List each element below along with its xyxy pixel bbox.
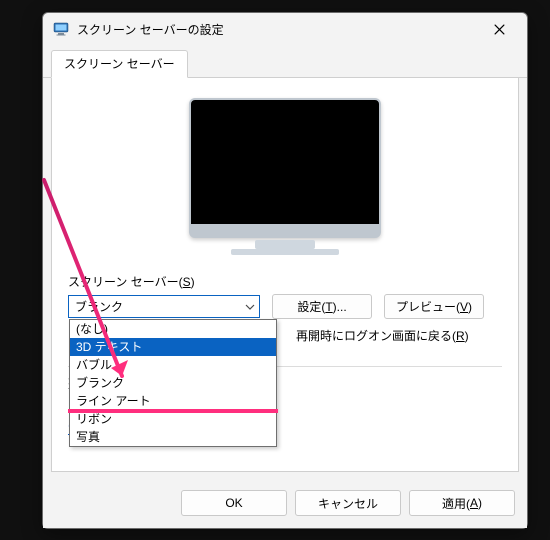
monitor-preview [189,98,381,255]
screensaver-row: ブランク (なし)3D テキストバブルブランクライン アートリボン写真 設定(T… [68,294,502,319]
dropdown-option[interactable]: ブランク [70,374,276,392]
preview-area [68,90,502,273]
screensaver-combobox[interactable]: ブランク (なし)3D テキストバブルブランクライン アートリボン写真 [68,295,260,318]
resume-logon-label: 再開時にログオン画面に戻る(R) [296,327,469,344]
tab-panel: スクリーン セーバー(S) ブランク (なし)3D テキストバブルブランクライン… [51,78,519,472]
apply-button[interactable]: 適用(A) [409,490,515,516]
screensaver-icon [53,21,69,37]
close-button[interactable] [477,15,521,43]
preview-button[interactable]: プレビュー(V) [384,294,484,319]
ok-button[interactable]: OK [181,490,287,516]
dropdown-option[interactable]: リボン [70,410,276,428]
close-icon [494,24,505,35]
screensaver-dropdown[interactable]: (なし)3D テキストバブルブランクライン アートリボン写真 [69,319,277,447]
section-label-screensaver: スクリーン セーバー(S) [68,273,502,290]
monitor-screen [189,98,381,238]
combobox-selected-text: ブランク [75,298,245,315]
window-title: スクリーン セーバーの設定 [77,21,477,38]
titlebar: スクリーン セーバーの設定 [43,13,527,45]
dropdown-option[interactable]: 写真 [70,428,276,446]
cancel-button[interactable]: キャンセル [295,490,401,516]
chevron-down-icon [245,304,255,310]
dialog-button-bar: OK キャンセル 適用(A) [43,480,527,528]
settings-button[interactable]: 設定(T)... [272,294,372,319]
dropdown-option[interactable]: バブル [70,356,276,374]
dropdown-option[interactable]: ライン アート [70,392,276,410]
tab-screensaver[interactable]: スクリーン セーバー [51,50,188,78]
dropdown-option[interactable]: 3D テキスト [70,338,276,356]
dropdown-option[interactable]: (なし) [70,320,276,338]
screensaver-settings-dialog: スクリーン セーバーの設定 スクリーン セーバー スクリーン セーバー(S) ブ… [42,12,528,529]
tabstrip: スクリーン セーバー [43,45,527,78]
